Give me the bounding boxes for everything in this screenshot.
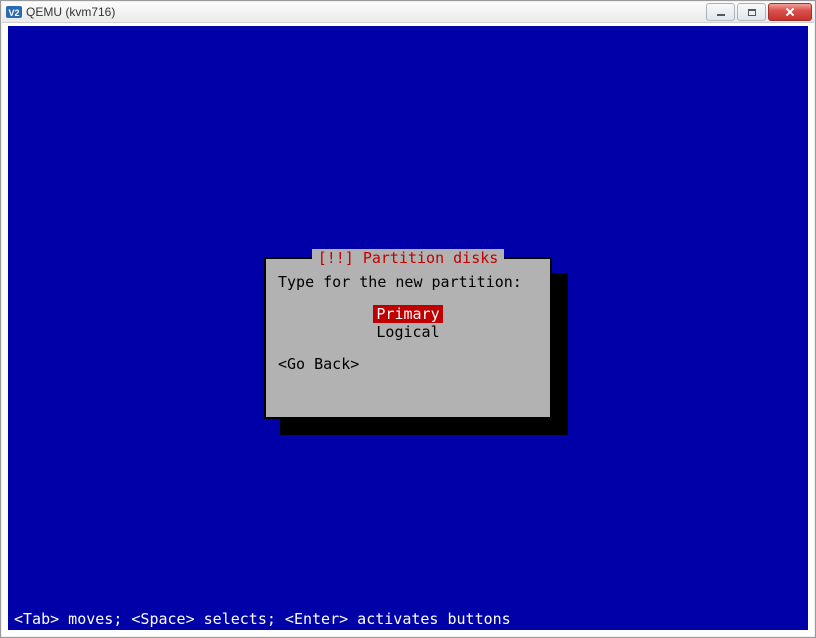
option-logical[interactable]: Logical [373, 323, 443, 341]
partition-type-dialog: [!!] Partition disks Type for the new pa… [264, 257, 552, 419]
go-back-button[interactable]: <Go Back> [278, 355, 538, 373]
window-title: QEMU (kvm716) [26, 5, 115, 19]
close-button[interactable] [768, 3, 812, 21]
dialog-title: [!!] Partition disks [266, 249, 550, 267]
option-primary[interactable]: Primary [373, 305, 443, 323]
window-frame: V2 QEMU (kvm716) [!!] Partition disks Ty… [0, 0, 816, 638]
option-list: Primary Logical [278, 305, 538, 341]
vnc-icon: V2 [6, 4, 22, 20]
maximize-button[interactable] [737, 3, 766, 21]
remote-framebuffer[interactable]: [!!] Partition disks Type for the new pa… [8, 26, 808, 630]
dialog-prompt: Type for the new partition: [278, 273, 538, 291]
client-area: [!!] Partition disks Type for the new pa… [5, 24, 811, 633]
minimize-button[interactable] [706, 3, 735, 21]
svg-text:V2: V2 [8, 8, 19, 18]
window-controls [704, 3, 812, 21]
help-bar: <Tab> moves; <Space> selects; <Enter> ac… [14, 610, 511, 628]
titlebar[interactable]: V2 QEMU (kvm716) [2, 2, 814, 23]
